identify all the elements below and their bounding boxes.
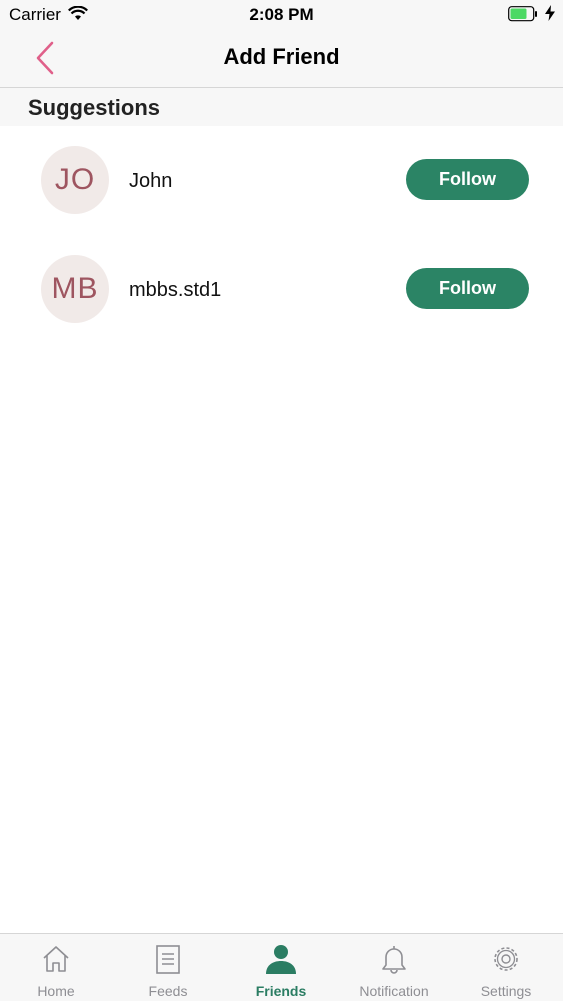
tab-label: Feeds <box>148 983 188 999</box>
friend-name: John <box>129 170 173 192</box>
tab-home[interactable]: Home <box>0 934 112 1001</box>
follow-button[interactable]: Follow <box>406 159 529 200</box>
tab-bar: Home Feeds Friends Notification Settings <box>0 933 563 1001</box>
home-icon <box>43 946 69 972</box>
charging-icon <box>545 5 555 21</box>
list-item: JO John Follow <box>0 130 563 230</box>
tab-label: Settings <box>480 983 532 999</box>
navigation-bar: Add Friend <box>0 30 563 88</box>
friend-name: mbbs.std1 <box>129 279 222 301</box>
list-item: MB mbbs.std1 Follow <box>0 238 563 338</box>
status-bar: Carrier 2:08 PM <box>0 0 563 30</box>
tab-label: Home <box>37 983 75 999</box>
page-title: Add Friend <box>223 44 340 69</box>
gear-icon <box>494 947 518 971</box>
section-title: Suggestions <box>28 95 161 120</box>
avatar: MB <box>41 255 109 323</box>
tab-label: Notification <box>359 983 429 999</box>
follow-button[interactable]: Follow <box>406 268 529 309</box>
tab-feeds[interactable]: Feeds <box>112 934 224 1001</box>
tab-friends[interactable]: Friends <box>225 934 337 1001</box>
section-header: Suggestions <box>0 88 563 126</box>
person-icon <box>266 945 296 974</box>
bell-icon <box>382 946 406 974</box>
document-icon <box>156 945 180 974</box>
tab-notification[interactable]: Notification <box>338 934 450 1001</box>
tab-settings[interactable]: Settings <box>450 934 562 1001</box>
tab-label: Friends <box>255 983 307 999</box>
status-time: 2:08 PM <box>249 5 314 24</box>
avatar: JO <box>41 146 109 214</box>
battery-icon <box>508 6 537 22</box>
